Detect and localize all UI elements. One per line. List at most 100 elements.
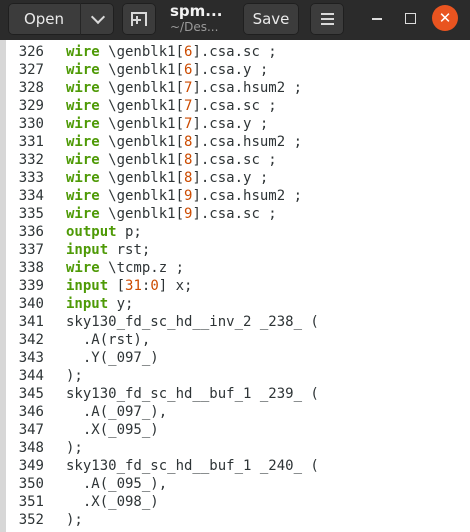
code-text: wire \genblk1[7].csa.y ; xyxy=(66,115,268,133)
code-text: sky130_fd_sc_hd__buf_1 _240_ ( xyxy=(66,457,319,475)
code-text: input [31:0] x; xyxy=(66,277,192,295)
text-editor-area[interactable]: 326 wire \genblk1[6].csa.sc ; 327 wire \gen… xyxy=(6,40,470,532)
code-line: 343 .Y(_097_) xyxy=(6,349,159,367)
code-text: output p; xyxy=(66,223,142,241)
line-number: 336 xyxy=(18,224,44,240)
line-number: 344 xyxy=(18,368,44,384)
line-number: 350 xyxy=(18,476,44,492)
code-line: 344); xyxy=(6,367,83,385)
code-token: .A(_097_), xyxy=(66,404,168,420)
open-button[interactable]: Open xyxy=(8,3,81,35)
code-token: .X(_098_) xyxy=(66,494,159,510)
line-number: 349 xyxy=(18,458,44,474)
line-number: 343 xyxy=(18,350,44,366)
code-line: 342 .A(rst), xyxy=(6,331,151,349)
code-token: \genblk1[ xyxy=(99,62,185,78)
line-number: 335 xyxy=(18,206,44,222)
code-token: .Y(_097_) xyxy=(66,350,159,366)
code-line: 331 wire \genblk1[8].csa.hsum2 ; xyxy=(6,133,302,151)
line-number: 326 xyxy=(18,44,44,60)
open-button-group: Open xyxy=(8,3,114,35)
line-number: 348 xyxy=(18,440,44,456)
line-number: 340 xyxy=(18,296,44,312)
line-number: 338 xyxy=(18,260,44,276)
keyword-token: input xyxy=(66,242,109,258)
code-token: p; xyxy=(116,224,142,240)
code-token: [ xyxy=(108,278,126,294)
code-line: 333 wire \genblk1[8].csa.y ; xyxy=(6,169,269,187)
line-number: 328 xyxy=(18,80,44,96)
new-tab-button[interactable] xyxy=(122,3,156,35)
code-text: wire \genblk1[6].csa.sc ; xyxy=(66,43,277,61)
code-token: ].csa.sc ; xyxy=(192,206,277,222)
chevron-down-icon xyxy=(90,9,105,25)
code-token: ].csa.sc ; xyxy=(192,44,277,60)
code-token: \genblk1[ xyxy=(99,44,185,60)
code-line: 341 sky130_fd_sc_hd__inv_2 _238_ ( xyxy=(6,313,319,331)
keyword-token: wire xyxy=(66,98,100,114)
keyword-token: input xyxy=(66,296,109,312)
code-line: 335 wire \genblk1[9].csa.sc ; xyxy=(6,205,277,223)
code-line: 347 .X(_095_) xyxy=(6,421,159,439)
code-token: ].csa.y ; xyxy=(192,170,269,186)
code-line: 339 input [31:0] x; xyxy=(6,277,193,295)
code-token: \genblk1[ xyxy=(99,188,185,204)
line-number: 327 xyxy=(18,62,44,78)
code-token: ].csa.y ; xyxy=(192,116,269,132)
code-token: ); xyxy=(66,368,83,384)
line-number: 334 xyxy=(18,188,44,204)
code-line: 351 .X(_098_) xyxy=(6,493,159,511)
code-token: ].csa.sc ; xyxy=(192,98,277,114)
keyword-token: wire xyxy=(66,44,100,60)
keyword-token: wire xyxy=(66,62,100,78)
code-line: 350 .A(_095_), xyxy=(6,475,167,493)
save-button[interactable]: Save xyxy=(243,3,299,35)
code-text: .X(_095_) xyxy=(66,421,159,439)
code-line: 348); xyxy=(6,439,83,457)
line-number: 352 xyxy=(18,512,44,528)
window-title: spm... xyxy=(170,2,223,20)
code-text: ); xyxy=(66,439,83,457)
keyword-token: output xyxy=(66,224,117,240)
code-text: .A(rst), xyxy=(66,331,150,349)
window-title-block: spm... ~/Des... xyxy=(170,2,240,35)
maximize-icon[interactable] xyxy=(397,5,423,31)
minimize-icon[interactable] xyxy=(364,5,390,31)
code-line: 334 wire \genblk1[9].csa.hsum2 ; xyxy=(6,187,302,205)
number-token: 31 xyxy=(125,278,142,294)
keyword-token: wire xyxy=(66,170,100,186)
close-icon[interactable]: ✕ xyxy=(432,5,458,31)
code-text: input rst; xyxy=(66,241,150,259)
code-token: sky130_fd_sc_hd__buf_1 _240_ ( xyxy=(66,458,319,474)
code-text: ); xyxy=(66,511,83,529)
hamburger-menu-icon[interactable] xyxy=(310,3,344,35)
code-line: 345 sky130_fd_sc_hd__buf_1 _239_ ( xyxy=(6,385,319,403)
line-number: 346 xyxy=(18,404,44,420)
code-text: .X(_098_) xyxy=(66,493,159,511)
keyword-token: wire xyxy=(66,206,100,222)
line-number: 341 xyxy=(18,314,44,330)
window-subtitle: ~/Des... xyxy=(170,20,219,34)
code-token: \genblk1[ xyxy=(99,206,185,222)
code-line: 336 output p; xyxy=(6,223,142,241)
code-line: 326 wire \genblk1[6].csa.sc ; xyxy=(6,43,277,61)
code-text: wire \genblk1[7].csa.hsum2 ; xyxy=(66,79,302,97)
code-token: y; xyxy=(108,296,134,312)
code-text: wire \genblk1[7].csa.sc ; xyxy=(66,97,277,115)
line-number: 351 xyxy=(18,494,44,510)
open-dropdown-button[interactable] xyxy=(81,3,114,35)
keyword-token: input xyxy=(66,278,109,294)
line-number: 339 xyxy=(18,278,44,294)
code-token: \genblk1[ xyxy=(99,152,185,168)
code-line: 329 wire \genblk1[7].csa.sc ; xyxy=(6,97,277,115)
code-token: \genblk1[ xyxy=(99,116,185,132)
line-number: 333 xyxy=(18,170,44,186)
code-text: sky130_fd_sc_hd__inv_2 _238_ ( xyxy=(66,313,319,331)
code-token: sky130_fd_sc_hd__buf_1 _239_ ( xyxy=(66,386,319,402)
line-number: 345 xyxy=(18,386,44,402)
line-number: 347 xyxy=(18,422,44,438)
keyword-token: wire xyxy=(66,188,100,204)
code-line: 338 wire \tcmp.z ; xyxy=(6,259,184,277)
code-text: wire \genblk1[8].csa.hsum2 ; xyxy=(66,133,302,151)
code-line: 337 input rst; xyxy=(6,241,151,259)
